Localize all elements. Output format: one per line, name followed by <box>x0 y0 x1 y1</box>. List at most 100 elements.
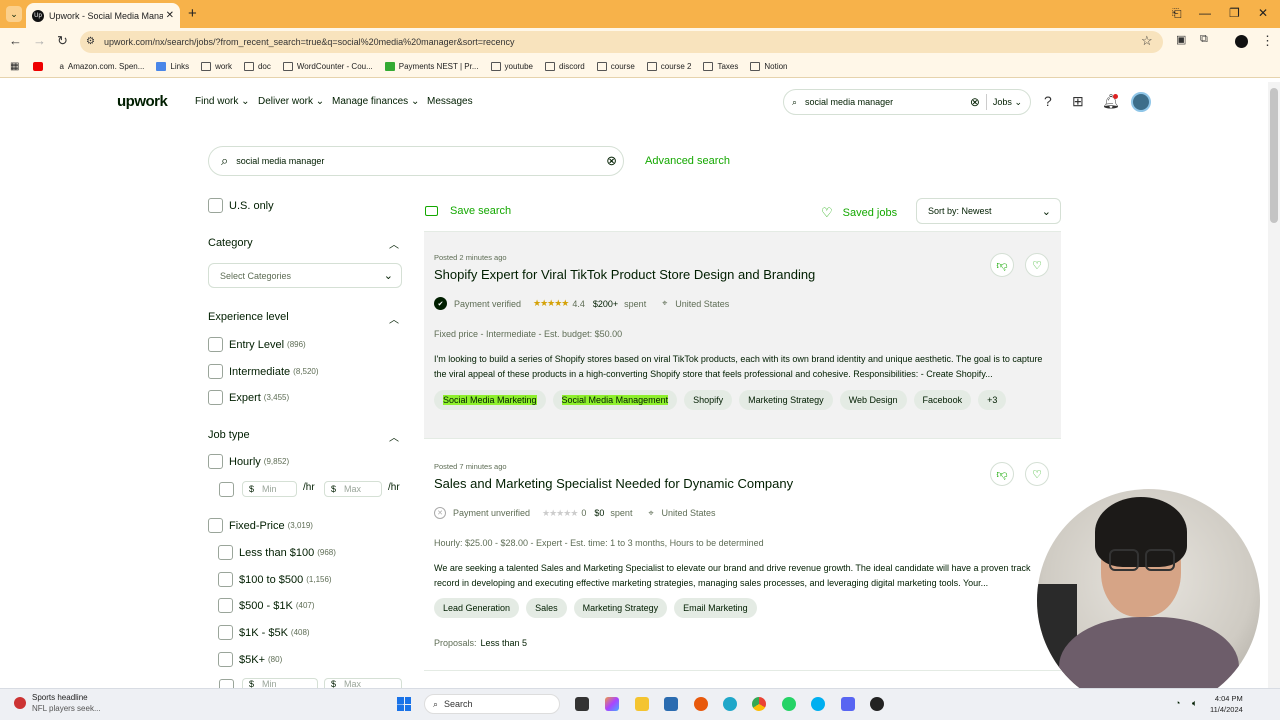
job-search-input[interactable]: social media manager <box>236 156 606 166</box>
nav-manage-finances[interactable]: Manage finances ⌄ <box>332 96 419 107</box>
collapse-chevron-icon[interactable]: ︿ <box>389 236 399 251</box>
filter-hourly[interactable]: Hourly (9,852) <box>208 454 289 469</box>
nav-deliver-work[interactable]: Deliver work ⌄ <box>258 96 324 107</box>
skill-tag[interactable]: Email Marketing <box>674 598 757 618</box>
us-only-filter[interactable]: U.S. only <box>208 198 274 213</box>
skill-tag[interactable]: Marketing Strategy <box>573 598 668 618</box>
search-scope-dropdown[interactable]: Jobs ⌄ <box>993 97 1022 108</box>
fixed-max-input[interactable]: $ Max <box>324 678 402 688</box>
bookmark-course[interactable]: course <box>596 62 635 71</box>
apps-grid-icon[interactable]: ▦ <box>10 61 19 72</box>
skill-tag[interactable]: Lead Generation <box>434 598 520 618</box>
scrollbar-thumb[interactable] <box>1270 88 1278 223</box>
bookmark-youtube[interactable] <box>33 62 47 71</box>
store-icon[interactable] <box>664 697 678 711</box>
saved-jobs-button[interactable]: ♡ Saved jobs <box>821 205 897 221</box>
avatar[interactable] <box>1131 92 1151 112</box>
checkbox[interactable] <box>218 625 233 640</box>
hourly-min-input[interactable]: $ Min <box>242 481 297 497</box>
back-icon[interactable]: ← <box>9 33 22 48</box>
clear-search-icon[interactable]: ⊗ <box>606 153 617 169</box>
whatsapp-icon[interactable] <box>782 697 796 711</box>
skill-tag[interactable]: Social Media Marketing <box>434 390 546 410</box>
more-skills-tag[interactable]: +3 <box>978 390 1007 410</box>
filter-5k-plus[interactable]: $5K+ (80) <box>218 652 282 667</box>
skill-tag[interactable]: Facebook <box>913 390 972 410</box>
hourly-max-input[interactable]: $ Max <box>324 481 382 497</box>
bookmark-taxes[interactable]: Taxes <box>703 62 738 71</box>
extensions-icon[interactable]: ⧉ <box>1200 33 1208 46</box>
checkbox[interactable] <box>208 518 223 533</box>
file-explorer-icon[interactable] <box>635 697 649 711</box>
browser-tab[interactable]: Up Upwork - Social Media Manager ✕ <box>26 3 180 28</box>
site-info-icon[interactable]: ⚙ <box>86 36 95 47</box>
checkbox[interactable] <box>218 598 233 613</box>
hourly-range-checkbox[interactable] <box>219 481 234 499</box>
windows-start-icon[interactable] <box>397 697 411 711</box>
collapse-chevron-icon[interactable]: ︿ <box>389 429 399 444</box>
upwork-logo[interactable]: upwork <box>117 93 168 110</box>
filter-intermediate[interactable]: Intermediate (8,520) <box>208 364 319 379</box>
chrome-icon[interactable] <box>752 697 766 711</box>
new-tab-icon[interactable]: + <box>188 5 197 22</box>
bookmark-links[interactable]: Links <box>156 62 189 71</box>
close-window-icon[interactable]: ✕ <box>1258 6 1268 20</box>
firefox-icon[interactable] <box>694 697 708 711</box>
app-icon[interactable] <box>870 697 884 711</box>
bookmark-youtube-folder[interactable]: youtube <box>490 62 533 71</box>
skill-tag[interactable]: Social Media Management <box>552 390 678 410</box>
thumbs-down-icon[interactable]: 👎︎ <box>990 462 1014 486</box>
help-icon[interactable]: ? <box>1044 93 1052 109</box>
maximize-icon[interactable]: ❐ <box>1229 6 1240 20</box>
filter-less-than-100[interactable]: Less than $100 (968) <box>218 545 336 560</box>
checkbox[interactable] <box>208 337 223 352</box>
job-search-bar[interactable]: ⌕ social media manager ⊗ <box>208 146 624 176</box>
taskbar-search[interactable]: ⌕ Search <box>424 694 560 714</box>
bookmark-wordcounter[interactable]: WordCounter - Cou... <box>282 62 373 71</box>
news-widget[interactable]: Sports headline NFL players seek... <box>14 692 101 714</box>
skill-tag[interactable]: Shopify <box>684 390 733 410</box>
advanced-search-link[interactable]: Advanced search <box>645 155 730 167</box>
bookmark-payments[interactable]: Payments NEST | Pr... <box>384 62 479 71</box>
extension-icon[interactable]: ▣ <box>1176 33 1186 46</box>
save-search-button[interactable]: Save search <box>425 205 511 217</box>
filter-500-to-1k[interactable]: $500 - $1K (407) <box>218 598 315 613</box>
filter-1k-to-5k[interactable]: $1K - $5K (408) <box>218 625 310 640</box>
filter-fixed-price[interactable]: Fixed-Price (3,019) <box>208 518 313 533</box>
sort-dropdown[interactable]: Sort by: Newest ⌄ <box>916 198 1061 224</box>
volume-icon[interactable]: 🔈︎ <box>1192 698 1197 709</box>
bookmark-discord[interactable]: discord <box>544 62 585 71</box>
wifi-icon[interactable]: ◔ <box>1175 698 1180 708</box>
menu-kebab-icon[interactable]: ⋮ <box>1261 33 1274 49</box>
checkbox[interactable] <box>208 454 223 469</box>
copilot-icon[interactable] <box>605 697 619 711</box>
forward-icon[interactable]: → <box>33 33 46 48</box>
nav-messages[interactable]: Messages <box>427 96 473 107</box>
checkbox[interactable] <box>208 364 223 379</box>
checkbox[interactable] <box>218 572 233 587</box>
job-title[interactable]: Sales and Marketing Specialist Needed fo… <box>434 476 793 491</box>
header-search-input[interactable]: social media manager <box>805 97 970 107</box>
bookmark-notion[interactable]: Notion <box>750 62 788 71</box>
checkbox[interactable] <box>208 390 223 405</box>
bookmark-course-2[interactable]: course 2 <box>646 62 691 71</box>
filter-100-to-500[interactable]: $100 to $500 (1,156) <box>218 572 332 587</box>
header-search[interactable]: ⌕ social media manager ⊗ Jobs ⌄ <box>783 89 1031 115</box>
address-bar[interactable]: upwork.com/nx/search/jobs/?from_recent_s… <box>80 31 1163 53</box>
job-card[interactable]: Posted 7 minutes ago Sales and Marketing… <box>424 451 1061 671</box>
bookmark-star-icon[interactable]: ☆ <box>1141 33 1153 49</box>
checkbox[interactable] <box>208 198 223 213</box>
heart-icon[interactable]: ♡ <box>1025 462 1049 486</box>
reload-icon[interactable]: ↻ <box>57 33 68 49</box>
close-tab-icon[interactable]: ✕ <box>166 10 174 21</box>
checkbox[interactable] <box>218 545 233 560</box>
discord-icon[interactable] <box>841 697 855 711</box>
skill-tag[interactable]: Web Design <box>839 390 907 410</box>
tab-search-icon[interactable]: ⌄ <box>6 6 22 22</box>
extension-puzzle-icon[interactable]: ⎗ <box>1172 6 1182 21</box>
checkbox[interactable] <box>218 652 233 667</box>
skill-tag[interactable]: Marketing Strategy <box>739 390 833 410</box>
task-view-icon[interactable] <box>575 697 589 711</box>
heart-icon[interactable]: ♡ <box>1025 253 1049 277</box>
taskbar-clock[interactable]: 4:04 PM 11/4/2024 <box>1210 693 1243 715</box>
